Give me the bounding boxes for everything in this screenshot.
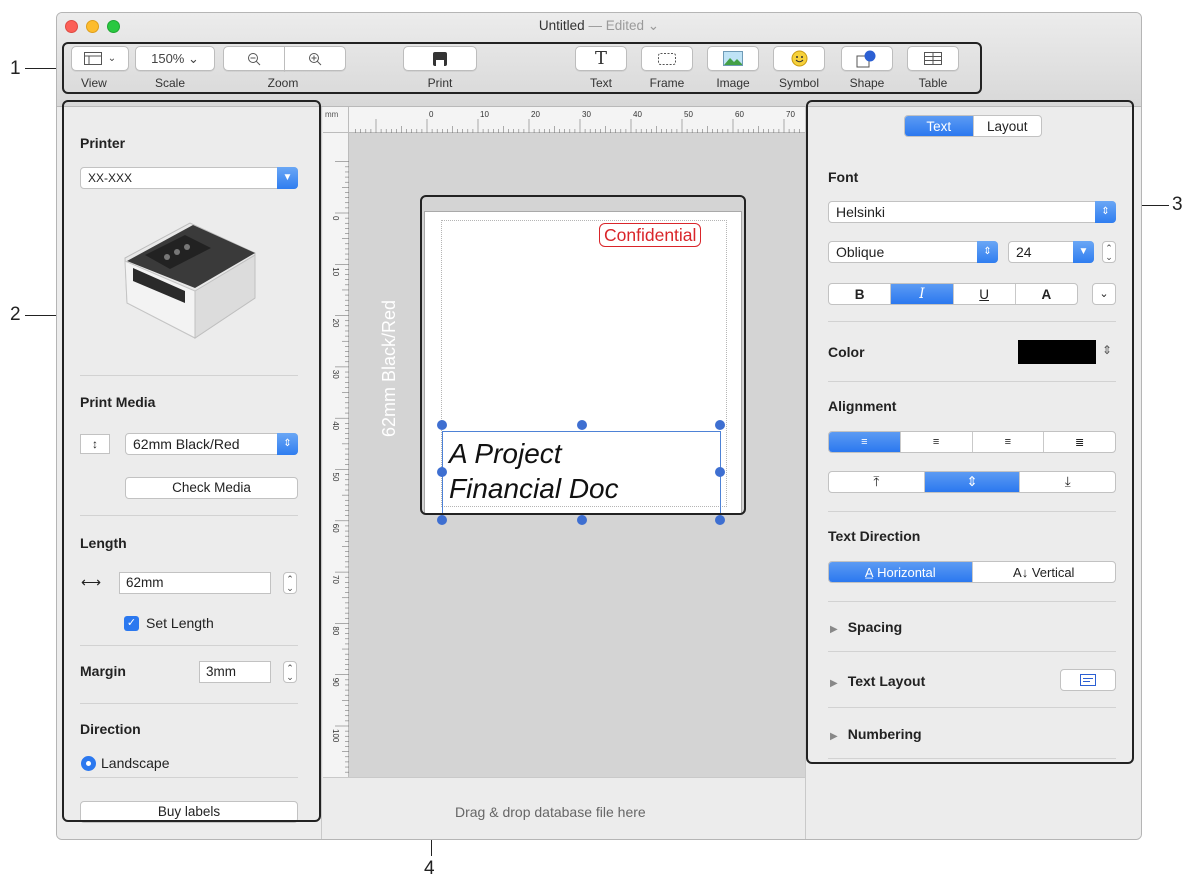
horizontal-ruler: 0 10 20 30 40 50 60 70 bbox=[323, 107, 805, 133]
resize-handle[interactable] bbox=[577, 515, 587, 525]
ruler-tick-label: 80 bbox=[331, 626, 340, 635]
window-title: Untitled — Edited ⌄ bbox=[57, 18, 1141, 34]
drop-zone-hint: Drag & drop database file here bbox=[455, 804, 646, 820]
right-panel-highlight bbox=[806, 100, 1134, 764]
vertical-ruler-ticks: 0 10 20 30 40 50 60 70 80 90 100 bbox=[331, 161, 349, 773]
ruler-tick-label: 40 bbox=[331, 421, 340, 430]
ruler-tick-label: 90 bbox=[331, 678, 340, 687]
label-highlight bbox=[420, 195, 746, 515]
horizontal-ruler-ticks: 0 10 20 30 40 50 60 70 bbox=[355, 110, 800, 133]
callout-3: 3 bbox=[1172, 194, 1183, 215]
ruler-tick-label: 70 bbox=[331, 575, 340, 584]
toolbar-highlight bbox=[62, 42, 982, 94]
edited-indicator[interactable]: Edited ⌄ bbox=[606, 18, 659, 33]
callout-4: 4 bbox=[424, 858, 435, 879]
resize-handle[interactable] bbox=[715, 515, 725, 525]
resize-handle[interactable] bbox=[437, 515, 447, 525]
ruler-tick-label: 60 bbox=[735, 110, 744, 119]
callout-1: 1 bbox=[10, 58, 21, 79]
ruler-tick-label: 30 bbox=[582, 110, 591, 119]
ruler-tick-label: 50 bbox=[331, 473, 340, 482]
left-panel-highlight bbox=[62, 100, 321, 822]
ruler-tick-label: 20 bbox=[331, 319, 340, 328]
vertical-ruler: 0 10 20 30 40 50 60 70 80 90 100 bbox=[323, 133, 349, 777]
database-drop-zone[interactable]: Drag & drop database file here bbox=[323, 777, 805, 839]
ruler-unit: mm bbox=[323, 107, 349, 133]
ruler-tick-label: 10 bbox=[331, 267, 340, 276]
ruler-tick-label: 30 bbox=[331, 370, 340, 379]
ruler-tick-label: 20 bbox=[531, 110, 540, 119]
document-name: Untitled bbox=[538, 18, 585, 33]
ruler-tick-label: 100 bbox=[331, 729, 340, 743]
title-separator: — bbox=[584, 18, 606, 33]
ruler-tick-label: 50 bbox=[684, 110, 693, 119]
ruler-tick-label: 70 bbox=[786, 110, 795, 119]
ruler-tick-label: 0 bbox=[331, 216, 340, 221]
ruler-tick-label: 40 bbox=[633, 110, 642, 119]
callout-2: 2 bbox=[10, 304, 21, 325]
ruler-tick-label: 10 bbox=[480, 110, 489, 119]
ruler-tick-label: 60 bbox=[331, 524, 340, 533]
media-type-vertical-label: 62mm Black/Red bbox=[379, 299, 399, 437]
ruler-tick-label: 0 bbox=[429, 110, 434, 119]
